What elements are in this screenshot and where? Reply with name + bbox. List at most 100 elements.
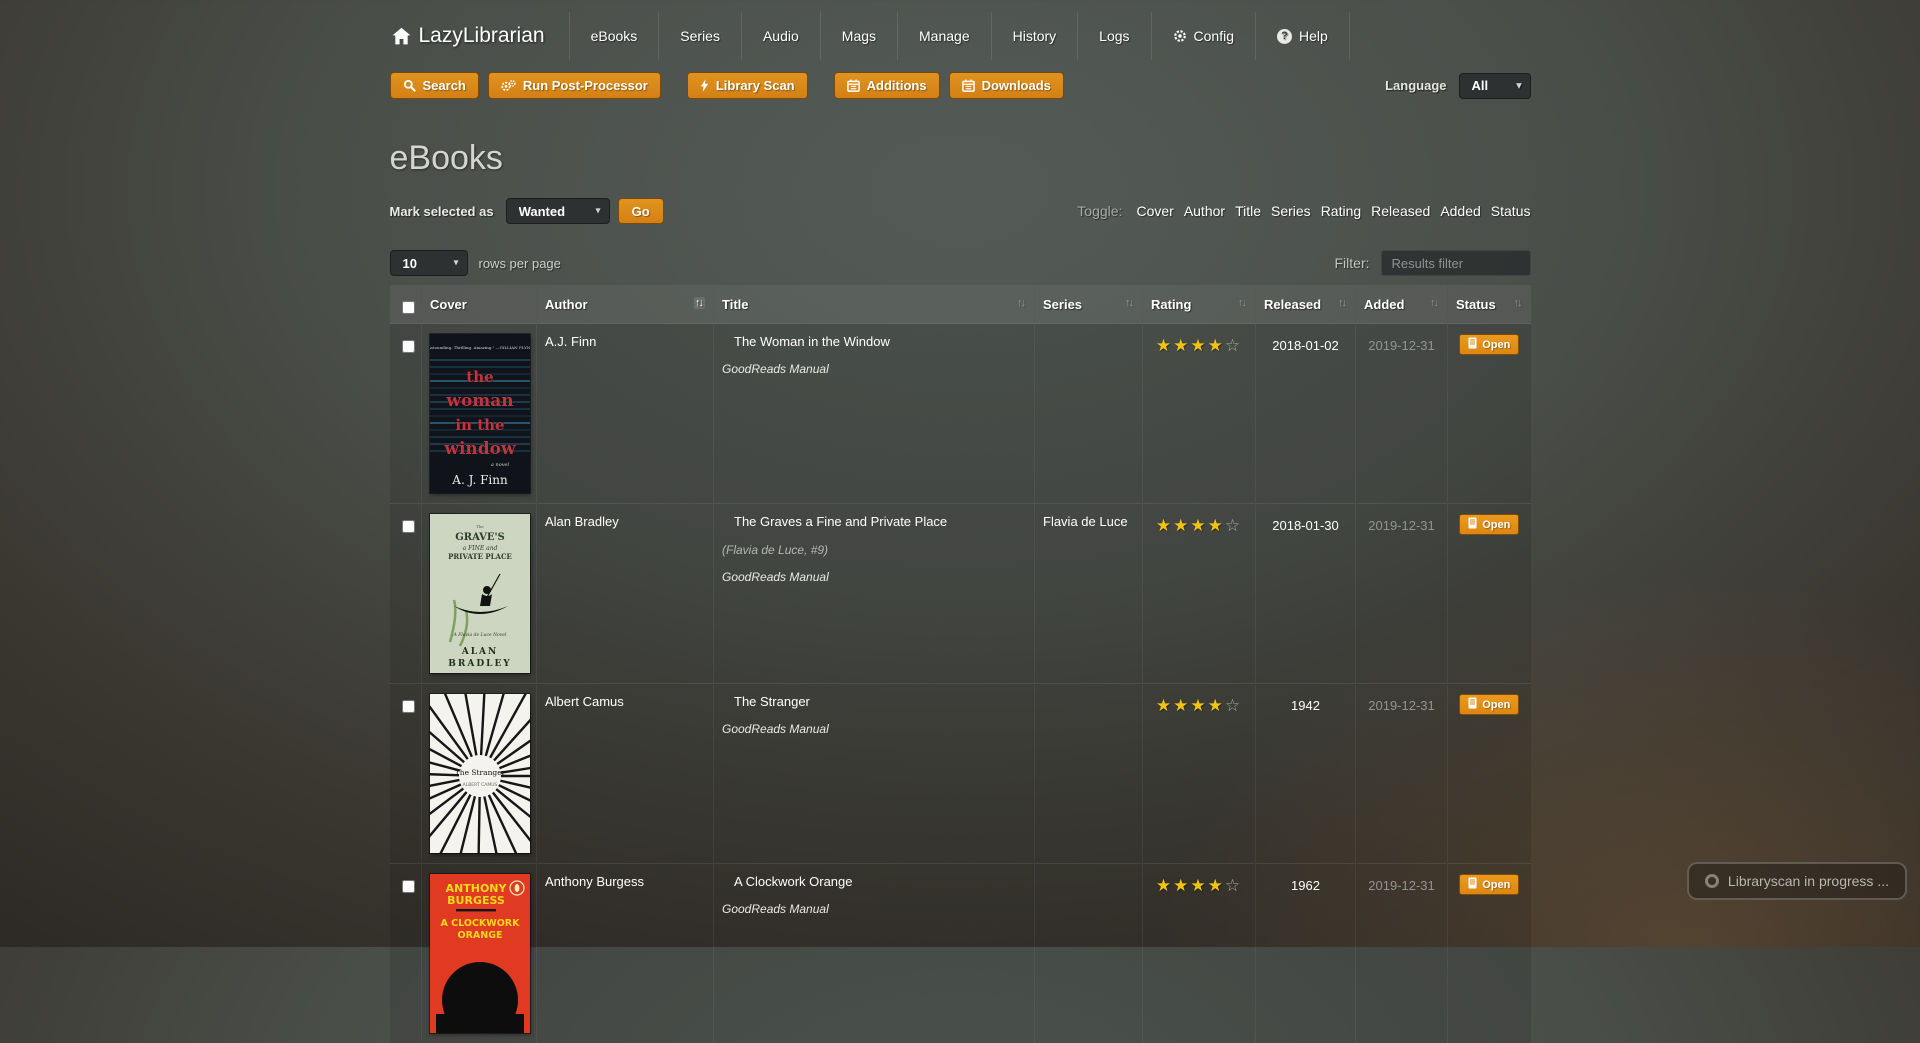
nav-item-audio[interactable]: Audio bbox=[741, 12, 820, 60]
table-row: ANTHONY BURGESS A CLOCKWORK ORANGE Antho… bbox=[390, 864, 1531, 1043]
language-label: Language bbox=[1385, 78, 1446, 93]
book-icon bbox=[1468, 337, 1477, 352]
language-select[interactable]: All bbox=[1459, 73, 1531, 99]
library-scan-button[interactable]: Library Scan bbox=[687, 72, 808, 99]
nav-item-logs[interactable]: Logs bbox=[1077, 12, 1150, 60]
svg-text:ORANGE: ORANGE bbox=[458, 930, 503, 941]
series-link[interactable]: Flavia de Luce bbox=[1043, 514, 1128, 529]
book-icon bbox=[1468, 517, 1477, 532]
toggle-link-cover[interactable]: Cover bbox=[1136, 203, 1173, 219]
star-filled-icon: ★ bbox=[1208, 336, 1225, 355]
nav-item-label: Mags bbox=[842, 28, 876, 44]
added-date: 2019-12-31 bbox=[1356, 864, 1448, 1043]
book-cover[interactable]: The Stranger ALBERT CAMUS bbox=[430, 694, 530, 853]
status-cell: Open bbox=[1448, 324, 1531, 504]
open-button[interactable]: Open bbox=[1459, 874, 1519, 895]
title-link[interactable]: The Woman in the Window bbox=[734, 334, 890, 349]
title-cell: The Woman in the Window GoodReads Manual bbox=[714, 324, 1035, 504]
star-empty-icon: ☆ bbox=[1225, 516, 1242, 535]
toggle-link-added[interactable]: Added bbox=[1440, 203, 1480, 219]
column-header-label: Series bbox=[1043, 297, 1082, 312]
star-filled-icon: ★ bbox=[1173, 336, 1190, 355]
title-cell: The Graves a Fine and Private Place (Fla… bbox=[714, 504, 1035, 684]
go-button[interactable]: Go bbox=[618, 198, 664, 224]
star-filled-icon: ★ bbox=[1190, 336, 1207, 355]
author-link[interactable]: A.J. Finn bbox=[545, 334, 596, 349]
toggle-link-released[interactable]: Released bbox=[1371, 203, 1430, 219]
sort-icon[interactable]: ↑↓ bbox=[1238, 297, 1247, 309]
title-link[interactable]: The Graves a Fine and Private Place bbox=[734, 514, 947, 529]
select-all-checkbox[interactable] bbox=[402, 301, 415, 314]
mark-selected-select[interactable]: Wanted bbox=[506, 198, 610, 224]
svg-text:woman: woman bbox=[445, 391, 513, 411]
toggle-link-title[interactable]: Title bbox=[1235, 203, 1261, 219]
downloads-button[interactable]: Downloads bbox=[949, 72, 1064, 99]
series-cell bbox=[1035, 324, 1143, 504]
released-date: 1962 bbox=[1256, 864, 1356, 1043]
nav-item-help[interactable]: ?Help bbox=[1255, 12, 1350, 60]
rows-per-page-select[interactable]: 10 bbox=[390, 250, 468, 276]
row-checkbox[interactable] bbox=[402, 880, 415, 893]
cover-cell: The GRAVE'S a FINE and PRIVATE PLACE A F… bbox=[422, 504, 537, 684]
column-header-status[interactable]: Status↑↓ bbox=[1448, 285, 1531, 324]
open-button[interactable]: Open bbox=[1459, 514, 1519, 535]
row-checkbox[interactable] bbox=[402, 340, 415, 353]
page-title: eBooks bbox=[390, 139, 1531, 178]
star-filled-icon: ★ bbox=[1156, 696, 1173, 715]
book-cover[interactable]: The GRAVE'S a FINE and PRIVATE PLACE A F… bbox=[430, 514, 530, 673]
toggle-link-rating[interactable]: Rating bbox=[1321, 203, 1361, 219]
sort-icon[interactable]: ↑↓ bbox=[1430, 297, 1439, 309]
title-link[interactable]: The Stranger bbox=[734, 694, 810, 709]
sort-icon[interactable]: ↑↓ bbox=[1125, 297, 1134, 309]
series-note: (Flavia de Luce, #9) bbox=[722, 543, 1026, 557]
row-checkbox[interactable] bbox=[402, 520, 415, 533]
column-header-author[interactable]: Author↑↓ bbox=[537, 285, 714, 324]
sort-icon[interactable]: ↑↓ bbox=[694, 297, 705, 309]
column-header-label: Released bbox=[1264, 297, 1321, 312]
nav-item-ebooks[interactable]: eBooks bbox=[569, 12, 659, 60]
run-post-processor-button[interactable]: Run Post-Processor bbox=[488, 72, 661, 99]
released-date: 1942 bbox=[1256, 684, 1356, 864]
sort-icon[interactable]: ↑↓ bbox=[1017, 297, 1026, 309]
nav-item-config[interactable]: Config bbox=[1151, 12, 1255, 60]
sort-icon[interactable]: ↑↓ bbox=[1514, 297, 1523, 309]
rating-stars: ★★★★☆ bbox=[1143, 684, 1256, 864]
results-filter-input[interactable] bbox=[1381, 250, 1531, 276]
nav-item-mags[interactable]: Mags bbox=[820, 12, 897, 60]
row-select-cell bbox=[390, 864, 422, 1043]
column-header-series[interactable]: Series ↑↓ bbox=[1035, 285, 1143, 324]
additions-button[interactable]: Additions bbox=[834, 72, 940, 99]
cover-cell: The Stranger ALBERT CAMUS bbox=[422, 684, 537, 864]
svg-text:A Flavia de Luce Novel: A Flavia de Luce Novel bbox=[453, 632, 507, 638]
author-link[interactable]: Anthony Burgess bbox=[545, 874, 644, 889]
column-header-released[interactable]: Released ↑↓ bbox=[1256, 285, 1356, 324]
column-header-added[interactable]: Added↑↓ bbox=[1356, 285, 1448, 324]
nav-item-label: Manage bbox=[919, 28, 970, 44]
sort-icon[interactable]: ↑↓ bbox=[1338, 297, 1347, 309]
filter-label: Filter: bbox=[1335, 255, 1370, 271]
toast-notification[interactable]: Libraryscan in progress ... bbox=[1687, 862, 1907, 900]
svg-text:window: window bbox=[443, 439, 516, 459]
toggle-link-author[interactable]: Author bbox=[1184, 203, 1225, 219]
book-cover[interactable]: ANTHONY BURGESS A CLOCKWORK ORANGE bbox=[430, 874, 530, 1033]
column-header-title[interactable]: Title↑↓ bbox=[714, 285, 1035, 324]
row-checkbox[interactable] bbox=[402, 700, 415, 713]
open-button[interactable]: Open bbox=[1459, 334, 1519, 355]
nav-item-history[interactable]: History bbox=[991, 12, 1078, 60]
open-button[interactable]: Open bbox=[1459, 694, 1519, 715]
author-link[interactable]: Alan Bradley bbox=[545, 514, 619, 529]
nav-item-series[interactable]: Series bbox=[658, 12, 741, 60]
title-link[interactable]: A Clockwork Orange bbox=[734, 874, 853, 889]
author-link[interactable]: Albert Camus bbox=[545, 694, 624, 709]
toggle-link-series[interactable]: Series bbox=[1271, 203, 1311, 219]
column-header-label: Cover bbox=[430, 297, 467, 312]
nav-item-manage[interactable]: Manage bbox=[897, 12, 991, 60]
book-cover[interactable]: "Astounding. Thrilling. Amazing." —GILLI… bbox=[430, 334, 530, 493]
star-filled-icon: ★ bbox=[1173, 516, 1190, 535]
search-button[interactable]: Search bbox=[390, 72, 479, 99]
star-filled-icon: ★ bbox=[1190, 516, 1207, 535]
svg-text:BRADLEY: BRADLEY bbox=[448, 659, 512, 669]
brand-home-link[interactable]: LazyLibrarian bbox=[390, 12, 569, 60]
column-header-rating[interactable]: Rating↑↓ bbox=[1143, 285, 1256, 324]
toggle-link-status[interactable]: Status bbox=[1491, 203, 1531, 219]
